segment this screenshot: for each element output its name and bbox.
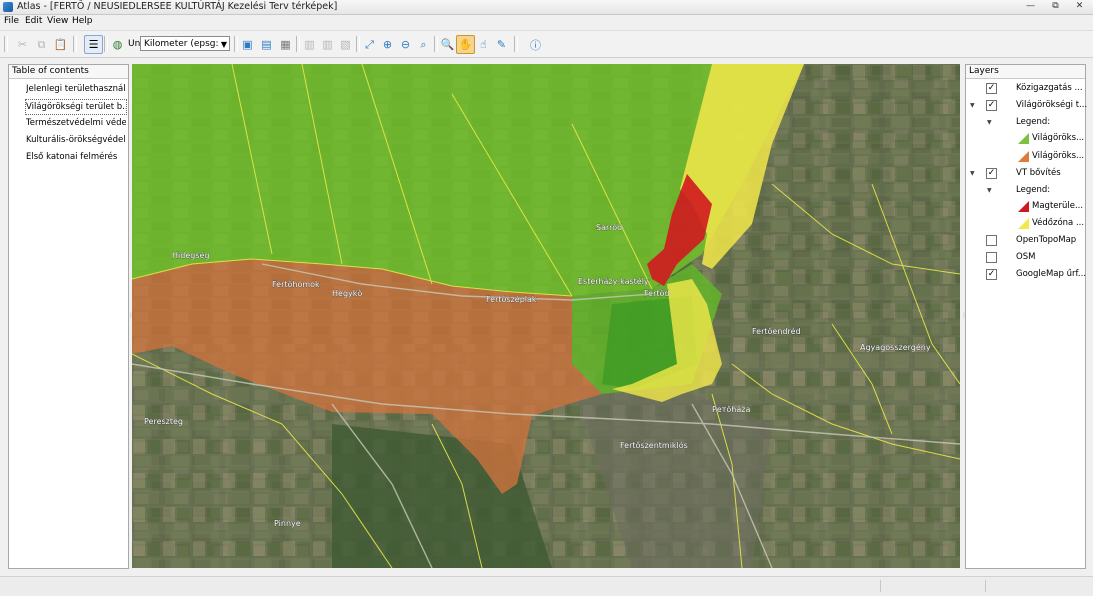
- toolbar-separator: [73, 36, 77, 52]
- paste-icon[interactable]: 📋: [51, 35, 70, 54]
- place-label: Fertőszentmiklós: [620, 440, 688, 450]
- place-label: Esterházy-kastély: [578, 276, 649, 286]
- place-label: Hidegség: [172, 250, 209, 260]
- layer-up-icon[interactable]: ▥: [300, 35, 319, 54]
- unit-value: Kilometer (epsg:: [144, 39, 219, 49]
- collapse-icon[interactable]: ▼: [987, 187, 992, 194]
- window-title: Atlas - [FERTŐ / NEUSIEDLERSEE KULTÚRTÁJ…: [17, 1, 338, 12]
- place-label: Pетőháza: [712, 405, 750, 414]
- map-canvas[interactable]: Hidegség Fertőhomok Hegykő Sarród Fertős…: [132, 64, 960, 568]
- menu-file[interactable]: File: [4, 16, 19, 26]
- toc-item[interactable]: Természetvédelmi védettség: [26, 116, 126, 130]
- right-splitter-handle[interactable]: ⋮: [961, 312, 967, 320]
- place-label: Fertőd: [644, 289, 669, 298]
- place-label: Pereszteg: [144, 417, 183, 426]
- map-view[interactable]: Hidegség Fertőhomok Hegykő Sarród Fertős…: [132, 64, 960, 568]
- place-label: Pinnye: [274, 519, 301, 528]
- layer-checkbox[interactable]: ✓: [986, 168, 997, 179]
- unit-select[interactable]: Kilometer (epsg: ▼: [140, 36, 230, 51]
- place-label: Fertőendréd: [752, 326, 801, 336]
- collapse-icon[interactable]: ▼: [970, 170, 975, 177]
- layer-checkbox[interactable]: ✓: [986, 269, 997, 280]
- remove-layer-icon[interactable]: ▦: [276, 35, 295, 54]
- menu-edit[interactable]: Edit: [25, 16, 42, 26]
- legend-item: Világöröks...: [1032, 133, 1085, 143]
- legend-item: Védőzóna ...: [1032, 218, 1085, 228]
- place-label: Fertőszéplak: [486, 294, 537, 304]
- add-layer-icon[interactable]: ▣: [238, 35, 257, 54]
- cut-icon[interactable]: ✂: [13, 35, 32, 54]
- place-label: Agyagosszergény: [860, 342, 931, 352]
- toolbar-separator: [514, 36, 518, 52]
- legend-swatch-yellow: [1018, 218, 1029, 229]
- toc-item[interactable]: Kulturális-örökségvédelem: [26, 133, 126, 147]
- legend-label: Legend:: [1016, 185, 1051, 195]
- layer-label[interactable]: OSM: [1016, 250, 1035, 264]
- layer-label[interactable]: VT bővítés: [1016, 166, 1061, 180]
- layer-checkbox[interactable]: [986, 235, 997, 246]
- place-label: Hegykő: [332, 289, 362, 298]
- layer-label[interactable]: OpenTopoMap: [1016, 233, 1076, 247]
- zoom-box-icon[interactable]: ⌕: [414, 35, 433, 54]
- legend-item: Magterüle...: [1032, 201, 1084, 211]
- zoom-out-icon[interactable]: ⊖: [396, 35, 415, 54]
- status-bar: [0, 576, 1093, 596]
- menu-help[interactable]: Help: [72, 16, 93, 26]
- pan-hand-icon[interactable]: ✋: [456, 35, 475, 54]
- place-label: Sarród: [596, 222, 622, 232]
- chevron-down-icon: ▼: [220, 40, 227, 49]
- minimize-button[interactable]: —: [1017, 0, 1044, 13]
- toc-item[interactable]: Jelenlegi területhasználat: [26, 82, 126, 96]
- zoom-extent-icon[interactable]: ⤢: [360, 35, 379, 54]
- toc-toggle-icon[interactable]: ☰: [84, 35, 103, 54]
- status-cell: [985, 580, 986, 592]
- layers-panel: Layers ✓ Közigazgatás ... ▼ ✓ Világöröks…: [965, 64, 1087, 569]
- legend-label: Legend:: [1016, 117, 1051, 127]
- zoom-in-icon[interactable]: ⊕: [378, 35, 397, 54]
- legend-swatch-green: [1018, 133, 1029, 144]
- close-button[interactable]: ✕: [1066, 0, 1093, 13]
- toc-panel: Table of contents Jelenlegi területhaszn…: [8, 64, 129, 569]
- info-icon[interactable]: ⓘ: [526, 35, 545, 54]
- legend-swatch-red: [1018, 201, 1029, 212]
- identify-icon[interactable]: ☝: [474, 35, 493, 54]
- layers-header: Layers: [966, 65, 1085, 79]
- magnify-icon[interactable]: 🔍: [438, 35, 457, 54]
- toolbar: ✂ ⧉ 📋 ☰ ◍ Unit: Kilometer (epsg: ▼ ▣ ▤ ▦…: [0, 30, 1093, 58]
- layer-label[interactable]: GoogleMap űrf...: [1016, 267, 1086, 281]
- layer-checkbox[interactable]: [986, 252, 997, 263]
- layer-down-icon[interactable]: ▥: [318, 35, 337, 54]
- add-group-icon[interactable]: ▤: [257, 35, 276, 54]
- legend-swatch-orange: [1018, 151, 1029, 162]
- collapse-icon[interactable]: ▼: [987, 119, 992, 126]
- layer-label[interactable]: Közigazgatás ...: [1016, 81, 1083, 95]
- collapse-icon[interactable]: ▼: [970, 102, 975, 109]
- place-label: Fertőhomok: [272, 280, 320, 289]
- layer-checkbox[interactable]: ✓: [986, 100, 997, 111]
- restore-button[interactable]: ⧉: [1042, 0, 1069, 13]
- menu-view[interactable]: View: [47, 16, 68, 26]
- menu-bar: File Edit View Help: [0, 15, 1093, 29]
- status-cell: [880, 580, 881, 592]
- layer-checkbox[interactable]: ✓: [986, 83, 997, 94]
- legend-item: Világöröks...: [1032, 151, 1085, 161]
- toolbar-grip: [4, 36, 8, 52]
- measure-icon[interactable]: ✎: [492, 35, 511, 54]
- toc-item-selected[interactable]: Világörökségi terület b...: [25, 99, 127, 115]
- toc-header: Table of contents: [9, 65, 128, 79]
- title-bar: Atlas - [FERTŐ / NEUSIEDLERSEE KULTÚRTÁJ…: [0, 0, 1093, 15]
- layer-label[interactable]: Világörökségi t...: [1016, 98, 1087, 112]
- layer-props-icon[interactable]: ▧: [336, 35, 355, 54]
- copy-icon[interactable]: ⧉: [32, 35, 51, 54]
- globe-icon[interactable]: ◍: [108, 35, 127, 54]
- left-splitter-handle[interactable]: ⋮: [128, 312, 134, 320]
- toc-item[interactable]: Első katonai felmérés: [26, 150, 126, 164]
- app-icon: [3, 2, 13, 12]
